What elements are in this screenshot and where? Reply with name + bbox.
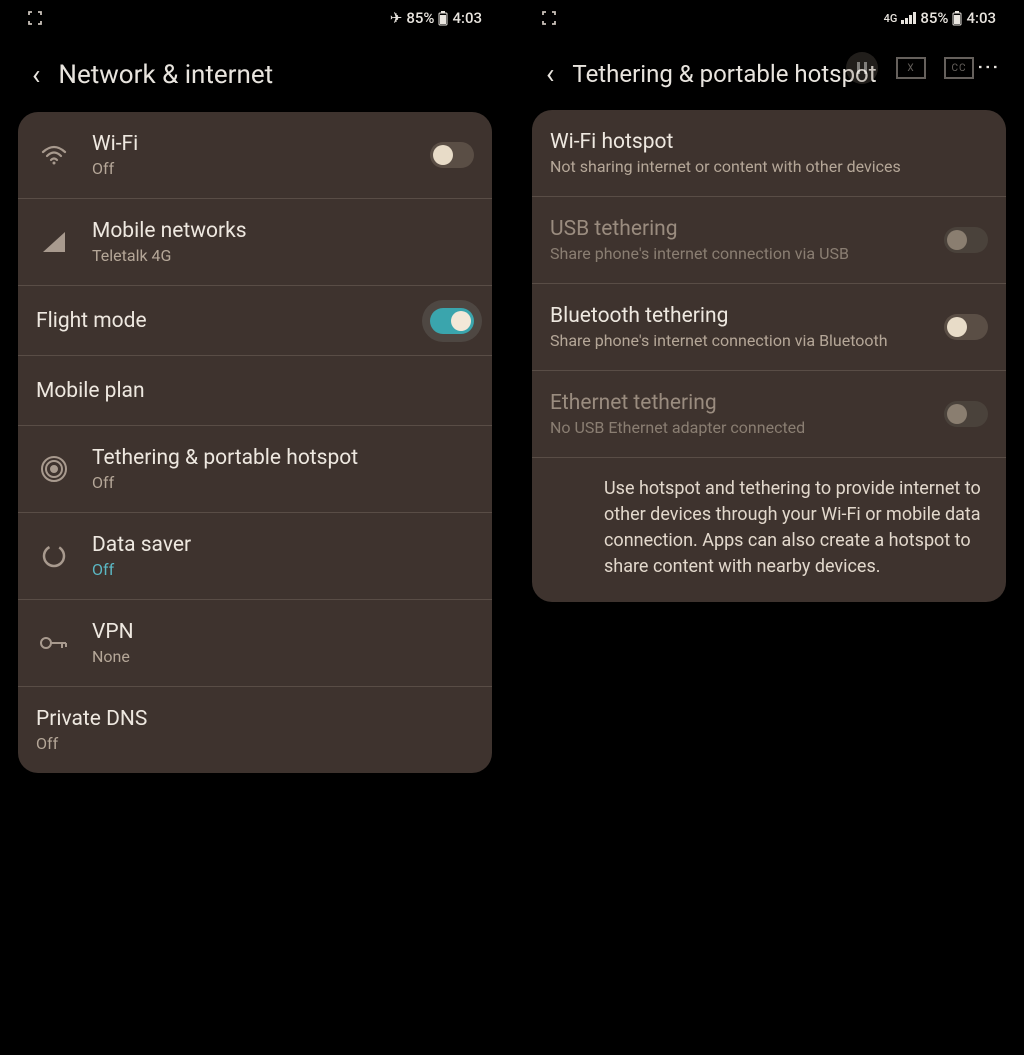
row-sub: Off bbox=[92, 560, 474, 579]
row-title: VPN bbox=[92, 620, 474, 644]
tethering-panel: Wi-Fi hotspot Not sharing internet or co… bbox=[532, 110, 1006, 602]
row-title: Mobile networks bbox=[92, 219, 474, 243]
row-sub: Off bbox=[92, 159, 410, 178]
fullscreen-exit-icon bbox=[28, 11, 42, 25]
row-title: Wi-Fi bbox=[92, 132, 410, 156]
vpn-key-icon bbox=[36, 635, 72, 651]
battery-icon bbox=[438, 11, 448, 26]
row-title: Mobile plan bbox=[36, 379, 474, 403]
row-title: Tethering & portable hotspot bbox=[92, 446, 474, 470]
clock: 4:03 bbox=[452, 9, 482, 27]
row-title: Ethernet tethering bbox=[550, 391, 924, 415]
row-private-dns[interactable]: Private DNS Off bbox=[18, 687, 492, 773]
row-sub: No USB Ethernet adapter connected bbox=[550, 418, 924, 437]
row-title: USB tethering bbox=[550, 217, 924, 241]
wifi-toggle[interactable] bbox=[430, 142, 474, 168]
back-button[interactable]: ‹ bbox=[32, 61, 40, 89]
row-title: Data saver bbox=[92, 533, 474, 557]
net-type: 4G bbox=[884, 12, 898, 25]
ethernet-tethering-toggle bbox=[944, 401, 988, 427]
row-sub: Share phone's internet connection via US… bbox=[550, 244, 924, 263]
battery-text: 85% bbox=[406, 9, 434, 27]
bluetooth-tethering-toggle[interactable] bbox=[944, 314, 988, 340]
phone-right: 4G 85% 4:03 ‹ Tethering & portable hotsp… bbox=[524, 4, 1014, 1051]
fullscreen-exit-icon bbox=[542, 11, 556, 25]
row-sub: Off bbox=[92, 473, 474, 492]
cc-box[interactable]: CC bbox=[944, 57, 974, 79]
usb-tethering-toggle bbox=[944, 227, 988, 253]
row-bluetooth-tethering[interactable]: Bluetooth tethering Share phone's intern… bbox=[532, 284, 1006, 371]
row-data-saver[interactable]: Data saver Off bbox=[18, 513, 492, 600]
back-button[interactable]: ‹ bbox=[546, 60, 554, 88]
row-sub: Off bbox=[36, 734, 474, 753]
page-header: ‹ Network & internet bbox=[10, 32, 500, 112]
signal-bars-icon bbox=[901, 12, 916, 24]
row-sub: Share phone's internet connection via Bl… bbox=[550, 331, 924, 350]
row-ethernet-tethering[interactable]: Ethernet tethering No USB Ethernet adapt… bbox=[532, 371, 1006, 458]
row-sub: None bbox=[92, 647, 474, 666]
hotspot-icon bbox=[36, 456, 72, 482]
page-title: Network & internet bbox=[58, 60, 478, 90]
settings-panel: Wi-Fi Off Mobile networks Teletalk 4G Fl… bbox=[18, 112, 492, 773]
battery-icon bbox=[952, 11, 962, 26]
row-wifi-hotspot[interactable]: Wi-Fi hotspot Not sharing internet or co… bbox=[532, 110, 1006, 197]
row-title: Wi-Fi hotspot bbox=[550, 130, 988, 154]
flight-mode-toggle[interactable] bbox=[430, 308, 474, 334]
row-title: Private DNS bbox=[36, 707, 474, 731]
row-usb-tethering[interactable]: USB tethering Share phone's internet con… bbox=[532, 197, 1006, 284]
status-bar: 4G 85% 4:03 bbox=[524, 4, 1014, 32]
signal-icon bbox=[36, 232, 72, 252]
row-vpn[interactable]: VPN None bbox=[18, 600, 492, 687]
status-bar: 85% 4:03 bbox=[10, 4, 500, 32]
row-flight-mode[interactable]: Flight mode bbox=[18, 286, 492, 356]
page-header: ‹ Tethering & portable hotspot X CC ⋮ bbox=[524, 32, 1014, 110]
more-menu-icon[interactable]: ⋮ bbox=[975, 56, 1000, 76]
row-wifi[interactable]: Wi-Fi Off bbox=[18, 112, 492, 199]
battery-text: 85% bbox=[920, 9, 948, 27]
datasaver-icon bbox=[36, 543, 72, 569]
info-text: Use hotspot and tethering to provide int… bbox=[532, 458, 1006, 602]
media-overlay: X CC bbox=[846, 52, 974, 84]
clock: 4:03 bbox=[966, 9, 996, 27]
wifi-icon bbox=[36, 145, 72, 165]
row-sub: Teletalk 4G bbox=[92, 246, 474, 265]
subtitle-box[interactable]: X bbox=[896, 57, 926, 79]
airplane-icon bbox=[390, 9, 403, 27]
row-mobile-networks[interactable]: Mobile networks Teletalk 4G bbox=[18, 199, 492, 286]
row-mobile-plan[interactable]: Mobile plan bbox=[18, 356, 492, 426]
row-title: Bluetooth tethering bbox=[550, 304, 924, 328]
row-title: Flight mode bbox=[36, 309, 410, 333]
phone-left: 85% 4:03 ‹ Network & internet Wi-Fi Off bbox=[10, 4, 500, 1051]
row-tethering[interactable]: Tethering & portable hotspot Off bbox=[18, 426, 492, 513]
row-sub: Not sharing internet or content with oth… bbox=[550, 157, 988, 176]
pause-icon[interactable] bbox=[846, 52, 878, 84]
